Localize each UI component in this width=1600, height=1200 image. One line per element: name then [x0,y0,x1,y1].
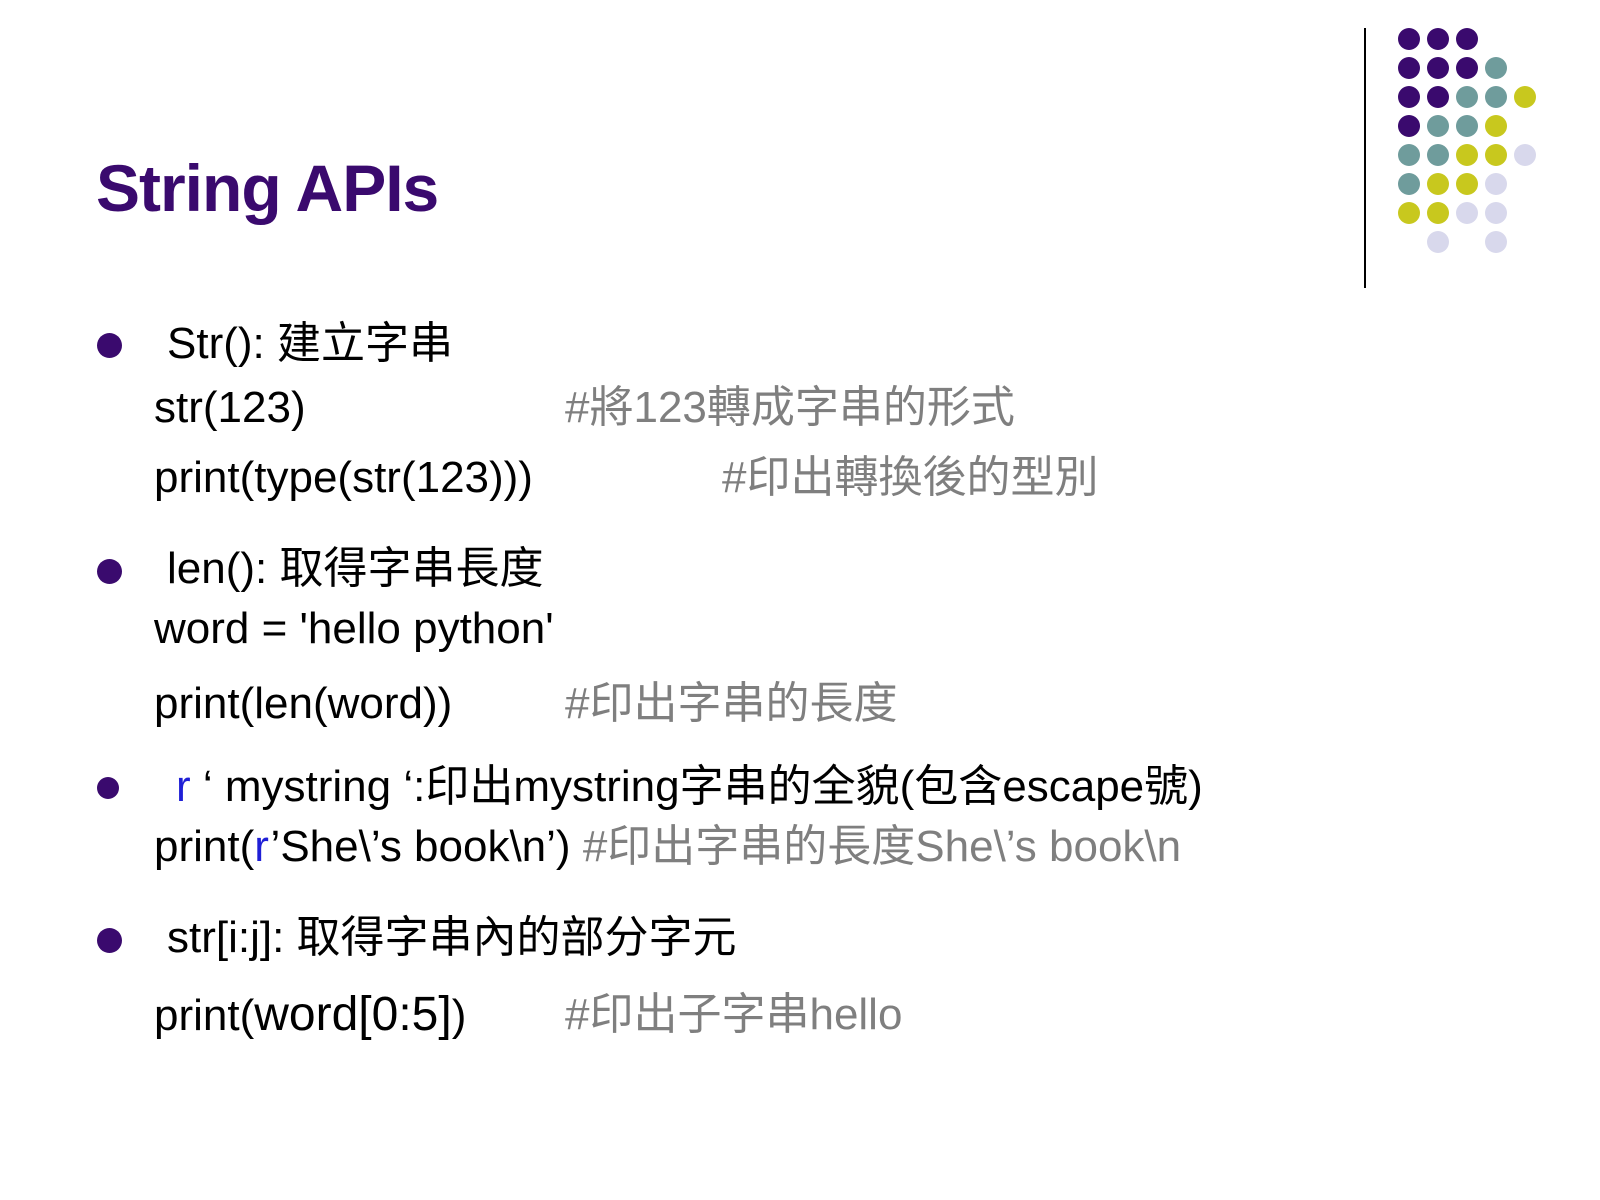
code-part-emphasis: word[0:5] [254,988,452,1041]
code-comment: #印出字串的長度She\’s book\n [582,822,1182,871]
decorative-dot [1456,57,1478,79]
decorative-dot [1398,202,1420,224]
code-comment: #印出轉換後的型別 [722,453,1099,502]
decorative-dot [1485,57,1507,79]
code-line: print(type(str(123))) [154,453,533,502]
code-comment: #將123轉成字串的形式 [565,383,1015,432]
raw-heading-text: ‘ mystring ‘:印出mystring字串的全貌(包含escape號) [190,762,1203,811]
decorative-dot [1398,28,1420,50]
decorative-dot [1427,202,1449,224]
code-part: print( [154,991,255,1040]
section-heading-len: len(): 取得字串長度 [167,544,544,593]
code-line: str(123) [154,383,306,432]
decorative-dot [1456,115,1478,137]
decorative-dot [1485,86,1507,108]
decorative-dot [1398,173,1420,195]
decorative-dot [1427,57,1449,79]
bullet-icon [97,777,119,799]
decorative-dot [1485,173,1507,195]
decorative-dot [1427,144,1449,166]
section-heading-slice: str[i:j]: 取得字串內的部分字元 [167,913,737,962]
decorative-dot [1456,144,1478,166]
section-heading-raw: r ‘ mystring ‘:印出mystring字串的全貌(包含escape號… [176,759,1203,815]
divider-line [1364,28,1366,288]
raw-prefix: r [176,762,191,811]
decorative-dot [1427,28,1449,50]
decorative-dot [1456,86,1478,108]
code-line: print(word[0:5]) [154,987,466,1044]
decorative-dot [1514,144,1536,166]
decorative-dot [1485,144,1507,166]
decorative-dot [1398,115,1420,137]
decorative-dot [1398,144,1420,166]
decorative-dot [1398,86,1420,108]
code-part: ’She\’s book\n’) [270,822,571,871]
decorative-dot [1485,115,1507,137]
bullet-icon [97,928,122,953]
slide-title: String APIs [96,151,439,225]
code-part: print( [154,822,255,871]
code-comment: #印出字串的長度 [565,679,898,728]
decorative-dot [1456,173,1478,195]
section-heading-str: Str(): 建立字串 [167,319,453,368]
decorative-dot [1456,202,1478,224]
decorative-dot [1427,86,1449,108]
decorative-dot [1398,57,1420,79]
decorative-dot [1427,115,1449,137]
code-comment: #印出子字串hello [565,990,903,1039]
decorative-dot [1514,86,1536,108]
code-line: word = 'hello python' [154,604,554,653]
decorative-dot [1485,202,1507,224]
slide: String APIs Str(): 建立字串 str(123) #將123轉成… [0,0,1600,1200]
bullet-icon [97,559,122,584]
decorative-dot [1427,231,1449,253]
code-line: print(r’She\’s book\n’) #印出字串的長度She\’s b… [154,819,1181,875]
decorative-dot [1427,173,1449,195]
raw-prefix: r [254,822,271,871]
decorative-dot [1485,231,1507,253]
decorative-dot [1456,28,1478,50]
code-line: print(len(word)) [154,679,453,728]
code-part: ) [451,991,467,1040]
decorative-dot-grid [1380,20,1560,260]
bullet-icon [97,333,122,358]
